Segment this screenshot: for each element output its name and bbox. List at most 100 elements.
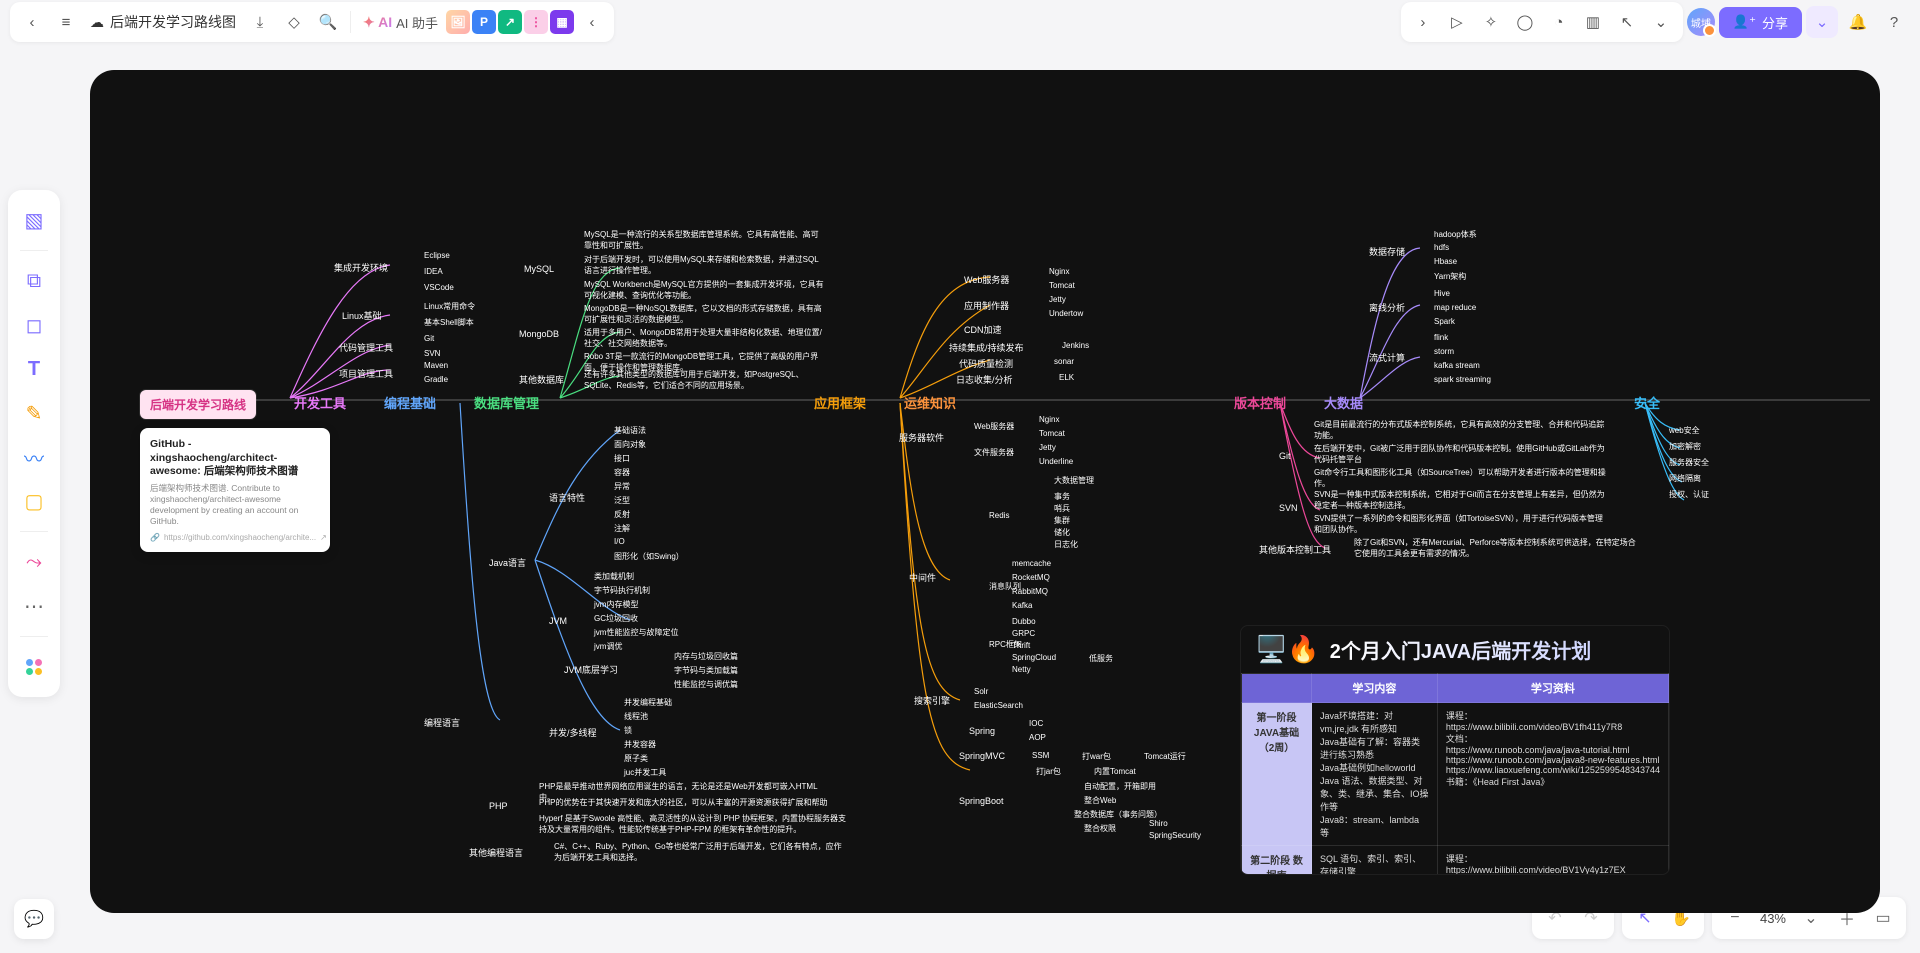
node[interactable]: Eclipse <box>420 250 454 261</box>
node[interactable]: 适用于多用户、MongoDB常用于处理大量非结构化数据、地理位置/社交、社交网络… <box>580 326 830 350</box>
node[interactable]: ElasticSearch <box>970 700 1027 711</box>
node[interactable]: hadoop体系 <box>1430 228 1481 241</box>
node[interactable]: hdfs <box>1430 242 1453 253</box>
tool-sticky[interactable]: ▢ <box>14 481 54 521</box>
node[interactable]: SSM <box>1028 750 1053 761</box>
node[interactable]: 类加载机制 <box>590 570 638 583</box>
node[interactable]: Jenkins <box>1058 340 1093 351</box>
tool-shape[interactable]: ◻ <box>14 305 54 345</box>
node[interactable]: Yarn架构 <box>1430 270 1470 283</box>
node[interactable]: AOP <box>1025 732 1050 743</box>
branch-db[interactable]: 数据库管理 <box>470 392 543 413</box>
branch-prog[interactable]: 编程基础 <box>380 392 440 413</box>
share-dropdown[interactable]: ⌄ <box>1806 6 1838 38</box>
node[interactable]: 对于后端开发时，可以使用MySQL来存储和检索数据，并通过SQL语言进行操作管理… <box>580 253 830 277</box>
node[interactable]: 字节码与类加载篇 <box>670 664 742 677</box>
dropdown-icon[interactable]: ⌄ <box>1645 6 1677 38</box>
node[interactable]: Tomcat <box>1035 428 1069 439</box>
node[interactable]: 服务器软件 <box>895 430 948 445</box>
branch-fw[interactable]: 应用框架 <box>810 392 870 413</box>
node[interactable]: 流式计算 <box>1365 350 1409 365</box>
back-button[interactable]: ‹ <box>16 6 48 38</box>
node[interactable]: 中间件 <box>905 570 940 585</box>
node[interactable]: CDN加速 <box>960 322 1006 337</box>
share-button[interactable]: 👤⁺ 分享 <box>1719 7 1802 38</box>
node[interactable]: MySQL <box>520 263 558 275</box>
node[interactable]: 容器 <box>610 466 634 479</box>
node[interactable]: Git <box>420 333 438 344</box>
node[interactable]: 代码管理工具 <box>335 340 397 355</box>
tool-mindmap[interactable]: ⤳ <box>14 542 54 582</box>
node[interactable]: 日志收集/分析 <box>952 372 1017 387</box>
node[interactable]: jvm性能监控与故障定位 <box>590 626 682 639</box>
node[interactable]: Shiro <box>1145 818 1172 829</box>
node[interactable]: Spring <box>965 725 999 737</box>
node[interactable]: Redis <box>985 510 1013 521</box>
node[interactable]: memcache <box>1008 558 1055 569</box>
link-preview-card[interactable]: GitHub - xingshaocheng/architect-awesome… <box>140 428 330 552</box>
node[interactable]: 编程语言 <box>420 715 464 730</box>
branch-ops[interactable]: 运维知识 <box>900 392 960 413</box>
tool-pen[interactable]: ✎ <box>14 393 54 433</box>
node[interactable]: Maven <box>420 360 452 371</box>
app-image-icon[interactable]: 🖼 <box>446 10 470 34</box>
tool-more[interactable]: ⋯ <box>14 586 54 626</box>
open-external-icon[interactable]: ↗ <box>320 533 327 542</box>
node[interactable]: Hyperf 是基于Swoole 高性能、高灵活性的从设计到 PHP 协程框架，… <box>535 812 855 836</box>
node[interactable]: 在后端开发中，Git被广泛用于团队协作和代码版本控制。使用GitHub或GitL… <box>1310 442 1610 466</box>
app-grid-icon[interactable]: ▦ <box>550 10 574 34</box>
node[interactable]: 大数据管理 <box>1050 474 1098 487</box>
node[interactable]: 持续集成/持续发布 <box>945 340 1028 355</box>
tool-card[interactable]: ▧ <box>14 200 54 240</box>
node[interactable]: Jetty <box>1035 442 1060 453</box>
menu-button[interactable]: ≡ <box>50 6 82 38</box>
node[interactable]: Hive <box>1430 288 1454 299</box>
node[interactable]: 整合权限 <box>1080 822 1120 835</box>
node[interactable]: I/O <box>610 536 629 547</box>
sparkle-icon[interactable]: ✧ <box>1475 6 1507 38</box>
node[interactable]: MongoDB是一种NoSQL数据库，它以文档的形式存储数据，具有高可扩展性和灵… <box>580 302 830 326</box>
node[interactable]: flink <box>1430 332 1452 343</box>
node[interactable]: 服务器安全 <box>1665 456 1713 469</box>
node[interactable]: kafka stream <box>1430 360 1484 371</box>
node[interactable]: 字节码执行机制 <box>590 584 654 597</box>
node[interactable]: Thrift <box>1008 640 1034 651</box>
node[interactable]: 网络隔离 <box>1665 472 1705 485</box>
tool-frame[interactable]: ⧉ <box>14 261 54 301</box>
node[interactable]: 反射 <box>610 508 634 521</box>
node[interactable]: Jetty <box>1045 294 1070 305</box>
node[interactable]: Hbase <box>1430 256 1461 267</box>
node[interactable]: SVN <box>420 348 444 359</box>
node[interactable]: 基础语法 <box>610 424 650 437</box>
node[interactable]: JVM底层学习 <box>560 662 622 677</box>
play-icon[interactable]: ▷ <box>1441 6 1473 38</box>
help-icon[interactable]: ? <box>1878 6 1910 38</box>
node[interactable]: Nginx <box>1035 414 1063 425</box>
tool-text[interactable]: T <box>14 349 54 389</box>
node[interactable]: GRPC <box>1008 628 1039 639</box>
node[interactable]: Web服务器 <box>970 420 1018 433</box>
node[interactable]: MongoDB <box>515 328 563 340</box>
node[interactable]: 并发编程基础 <box>620 696 676 709</box>
node[interactable]: SpringMVC <box>955 750 1009 762</box>
node[interactable]: sonar <box>1050 356 1078 367</box>
node[interactable]: 泛型 <box>610 494 634 507</box>
app-p-icon[interactable]: P <box>472 10 496 34</box>
node[interactable]: Tomcat运行 <box>1140 750 1190 763</box>
node[interactable]: GC垃圾回收 <box>590 612 642 625</box>
node[interactable]: 性能监控与调优篇 <box>670 678 742 691</box>
cursor-icon[interactable]: ↖ <box>1611 6 1643 38</box>
node[interactable]: PHP的优势在于其快速开发和庞大的社区，可以从丰富的开源资源获得扩展和帮助 <box>535 796 835 809</box>
node[interactable]: Tomcat <box>1045 280 1079 291</box>
node[interactable]: 自动配置，开箱即用 <box>1080 780 1160 793</box>
node[interactable]: Web服务器 <box>960 272 1013 287</box>
node[interactable]: IDEA <box>420 266 447 277</box>
node[interactable]: SpringCloud <box>1008 652 1060 663</box>
avatar[interactable]: 城埔 <box>1687 8 1715 36</box>
node[interactable]: ELK <box>1055 372 1078 383</box>
node[interactable]: VSCode <box>420 282 458 293</box>
node[interactable]: web安全 <box>1665 424 1704 437</box>
node[interactable]: jvm内存模型 <box>590 598 642 611</box>
node[interactable]: 除了Git和SVN，还有Mercurial、Perforce等版本控制系统可供选… <box>1350 536 1640 560</box>
node[interactable]: Gradle <box>420 374 452 385</box>
